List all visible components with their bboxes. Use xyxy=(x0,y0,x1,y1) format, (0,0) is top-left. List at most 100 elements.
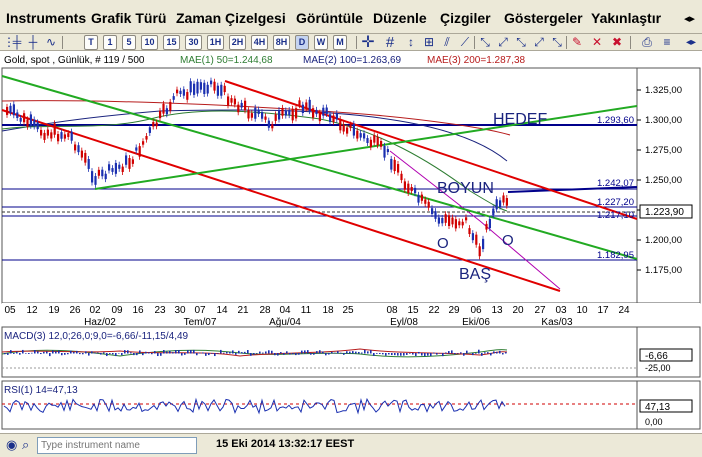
candlestick-icon[interactable]: ╪ xyxy=(10,35,24,50)
timeframe-button-2h[interactable]: 2H xyxy=(229,35,246,50)
candle-body xyxy=(162,103,165,114)
macd-value: -6,66 xyxy=(645,351,668,362)
channel-tool-icon[interactable]: ⫽ xyxy=(440,35,454,50)
instrument-search-input[interactable] xyxy=(37,437,197,454)
timeframe-button-5[interactable]: 5 xyxy=(122,35,136,50)
search-icon[interactable]: ⌕ xyxy=(22,437,29,453)
macd-histogram-bar xyxy=(322,351,324,354)
candle-body xyxy=(393,159,396,172)
macd-histogram-bar xyxy=(145,351,147,354)
candle-body xyxy=(84,152,87,163)
zoom-tool-icon[interactable]: ⤡ xyxy=(478,35,492,50)
chart-area[interactable]: Gold, spot , Günlük, # 119 / 500 MAE(1) … xyxy=(0,51,702,433)
level-label-1227: 1.227,20 xyxy=(597,197,634,208)
timeframe-button-4h[interactable]: 4H xyxy=(251,35,268,50)
grid-icon[interactable]: # xyxy=(383,35,397,50)
price-tick-label: 1.275,00 xyxy=(645,145,682,156)
timeframe-button-w[interactable]: W xyxy=(314,35,328,50)
macd-histogram-bar xyxy=(49,353,51,357)
candle-body xyxy=(220,84,223,96)
menu-chart-type[interactable]: Grafik Türü xyxy=(91,10,166,26)
timeframe-button-8h[interactable]: 8H xyxy=(273,35,290,50)
timeframe-button-t[interactable]: T xyxy=(84,35,98,50)
fibonacci-icon[interactable]: ⊞ xyxy=(422,35,436,50)
level-label-1182: 1.182,95 xyxy=(597,250,634,261)
delete-icon[interactable]: ✕ xyxy=(590,35,604,50)
month-label: Tem/07 xyxy=(184,317,217,328)
candle-body xyxy=(114,162,117,174)
macd-histogram-bar xyxy=(256,353,258,354)
chevron-left-right-icon[interactable]: ◂▸ xyxy=(684,12,695,25)
delete-all-icon[interactable]: ✖ xyxy=(610,35,624,50)
date-tick-label: 24 xyxy=(618,305,630,316)
candle-body xyxy=(363,133,366,139)
timeframe-button-15[interactable]: 15 xyxy=(163,35,180,50)
macd-histogram-bar xyxy=(451,350,453,354)
candle-body xyxy=(108,164,111,171)
macd-histogram-bar xyxy=(376,353,378,354)
macd-histogram-bar xyxy=(82,353,84,355)
menu-indicators[interactable]: Göstergeler xyxy=(504,10,583,26)
scroll-right-icon[interactable]: ⤡ xyxy=(550,35,564,50)
eraser-icon[interactable]: ✎ xyxy=(570,35,584,50)
settings-icon[interactable]: ≡ xyxy=(660,35,674,50)
month-label: Eyl/08 xyxy=(390,317,418,328)
macd-histogram-bar xyxy=(433,352,435,354)
candle-body xyxy=(356,130,359,139)
print-icon[interactable]: ⎙ xyxy=(640,35,654,50)
macd-histogram-bar xyxy=(79,353,81,355)
annotation-head: BAŞ xyxy=(459,266,491,283)
zoom-out-icon[interactable]: ⤡ xyxy=(514,35,528,50)
candle-body xyxy=(227,96,230,106)
timeframe-button-30[interactable]: 30 xyxy=(185,35,202,50)
chevron-left-right-icon[interactable]: ◂▸ xyxy=(684,35,698,50)
trend-tool-icon[interactable]: ⟋ xyxy=(458,35,472,50)
candle-body xyxy=(499,200,502,207)
zoom-in-icon[interactable]: ⤢ xyxy=(496,35,510,50)
macd-histogram-bar xyxy=(448,351,450,354)
candle-body xyxy=(448,215,451,227)
menu-edit[interactable]: Düzenle xyxy=(373,10,427,26)
timeframe-button-1[interactable]: 1 xyxy=(103,35,117,50)
candle-body xyxy=(318,112,321,122)
price-chart[interactable]: Gold, spot , Günlük, # 119 / 500 MAE(1) … xyxy=(0,51,702,433)
candle-body xyxy=(366,138,369,144)
menu-instruments[interactable]: Instruments xyxy=(6,10,86,26)
candle-body xyxy=(461,221,464,226)
crosshair-icon[interactable]: ✛ xyxy=(361,35,375,51)
timeframe-button-1h[interactable]: 1H xyxy=(207,35,224,50)
macd-histogram-bar xyxy=(34,349,36,354)
candle-body xyxy=(9,105,12,113)
macd-histogram-bar xyxy=(361,352,363,354)
timeframe-button-d[interactable]: D xyxy=(295,35,309,50)
scroll-left-icon[interactable]: ⤢ xyxy=(532,35,546,50)
timeframe-button-10[interactable]: 10 xyxy=(141,35,158,50)
menu-lines[interactable]: Çizgiler xyxy=(440,10,491,26)
line-chart-icon[interactable]: ∿ xyxy=(44,35,58,50)
macd-histogram-bar xyxy=(289,353,291,355)
macd-histogram-bar xyxy=(385,353,387,356)
menu-zoom[interactable]: Yakınlaştır xyxy=(591,10,661,26)
line-tool-icon[interactable]: ↕ xyxy=(404,35,418,50)
menu-timeframe[interactable]: Zaman Çizelgesi xyxy=(176,10,286,26)
macd-histogram-bar xyxy=(193,349,195,354)
menu-view[interactable]: Görüntüle xyxy=(296,10,363,26)
candle-body xyxy=(196,81,199,94)
macd-histogram-bar xyxy=(139,350,141,354)
macd-histogram-bar xyxy=(178,349,180,354)
mae1-label: MAE(1) 50=1.244,68 xyxy=(180,55,273,66)
candle-body xyxy=(397,164,400,173)
candle-body xyxy=(152,122,155,127)
candle-body xyxy=(271,124,274,129)
macd-histogram-bar xyxy=(400,353,402,356)
candle-body xyxy=(403,181,406,190)
timeframe-button-m[interactable]: M xyxy=(333,35,347,50)
globe-icon[interactable]: ◉ xyxy=(6,437,17,453)
date-tick-label: 17 xyxy=(597,305,609,316)
macd-histogram-bar xyxy=(184,353,186,355)
macd-histogram-bar xyxy=(25,353,27,354)
macd-histogram-bar xyxy=(199,352,201,354)
bar-chart-icon[interactable]: ┼ xyxy=(26,35,40,50)
date-tick-label: 21 xyxy=(237,305,249,316)
candle-body xyxy=(373,135,376,143)
